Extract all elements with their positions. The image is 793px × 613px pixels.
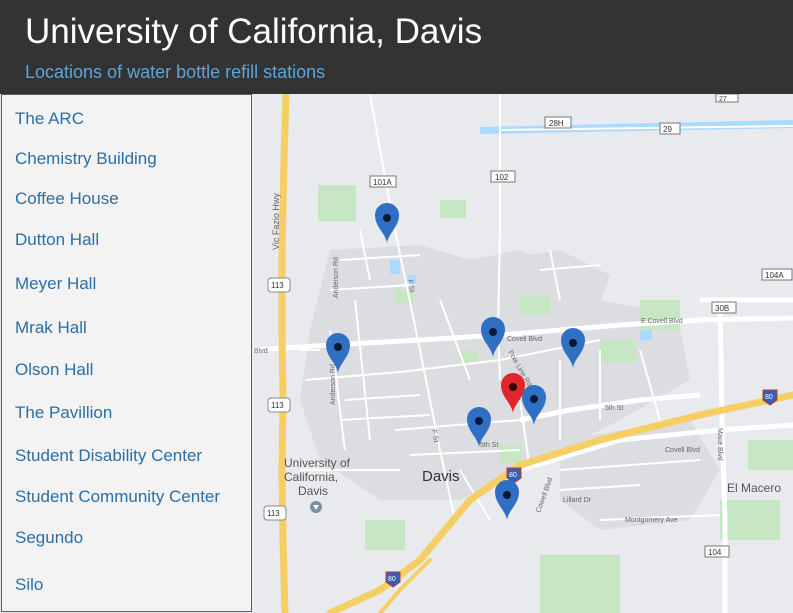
road-label-blvd: Blvd (254, 348, 268, 355)
location-item-mrak-hall[interactable]: Mrak Hall (15, 318, 87, 338)
hwy-label-113c: 113 (267, 509, 280, 518)
road-label-30b: 30B (715, 304, 729, 313)
road-label-29: 29 (663, 125, 672, 134)
road-label-lillard: Lillard Dr (563, 497, 592, 504)
campus-label-line3: Davis (298, 484, 328, 498)
hwy-label-113: 113 (271, 281, 284, 290)
location-item-student-community-center[interactable]: Student Community Center (15, 487, 220, 507)
location-item-meyer-hall[interactable]: Meyer Hall (15, 274, 96, 294)
road-label-vic-fazio: Vic Fazio Hwy (271, 193, 281, 250)
location-item-coffee-house[interactable]: Coffee House (15, 189, 119, 209)
location-item-student-disability-center[interactable]: Student Disability Center (15, 446, 202, 466)
road-label-5th-st-2: 5th St (605, 405, 623, 412)
hwy-label-80: 80 (509, 472, 517, 479)
road-label-mace: Mace Blvd (716, 428, 723, 461)
location-item-silo[interactable]: Silo (15, 575, 43, 595)
page-title: University of California, Davis (25, 12, 483, 51)
road-label-5th-st: 5th St (480, 442, 498, 449)
location-item-segundo[interactable]: Segundo (15, 528, 83, 548)
road-label-102: 102 (495, 173, 509, 182)
location-item-the-pavillion[interactable]: The Pavillion (15, 403, 112, 423)
location-item-dutton-hall[interactable]: Dutton Hall (15, 230, 99, 250)
location-item-chemistry-building[interactable]: Chemistry Building (15, 149, 157, 169)
map-view[interactable]: 101A 102 28H 29 104A 30B 104 27 113 113 … (253, 94, 793, 613)
campus-label-line2: California, (284, 470, 338, 484)
road-label-104a: 104A (765, 271, 784, 280)
hwy-label-80c: 80 (765, 394, 773, 401)
road-label-anderson: Anderson Rd (333, 257, 340, 298)
location-item-the-arc[interactable]: The ARC (15, 109, 84, 129)
road-label-e-covell: E Covell Blvd (641, 318, 683, 325)
page-subtitle: Locations of water bottle refill station… (25, 62, 326, 82)
campus-label-line1: University of (284, 456, 351, 470)
city-label-davis: Davis (422, 468, 460, 485)
campus-poi-icon (310, 501, 322, 513)
road-label-sycamore: Anderson Rd (330, 364, 337, 405)
place-label-el-macero: El Macero (727, 481, 781, 495)
road-label-101a: 101A (373, 178, 392, 187)
location-list: The ARC Chemistry Building Coffee House … (1, 94, 252, 612)
hwy-label-80b: 80 (388, 576, 396, 583)
road-label-27: 27 (719, 96, 727, 103)
road-label-104: 104 (708, 548, 722, 557)
location-item-olson-hall[interactable]: Olson Hall (15, 360, 93, 380)
road-label-covell-2: Covell Blvd (665, 447, 700, 454)
road-label-montgomery: Montgomery Ave (625, 517, 678, 524)
road-label-covell: Covell Blvd (507, 336, 542, 343)
app-header: University of California, Davis Location… (0, 0, 793, 94)
hwy-label-113b: 113 (271, 401, 284, 410)
road-label-28h: 28H (549, 119, 564, 128)
